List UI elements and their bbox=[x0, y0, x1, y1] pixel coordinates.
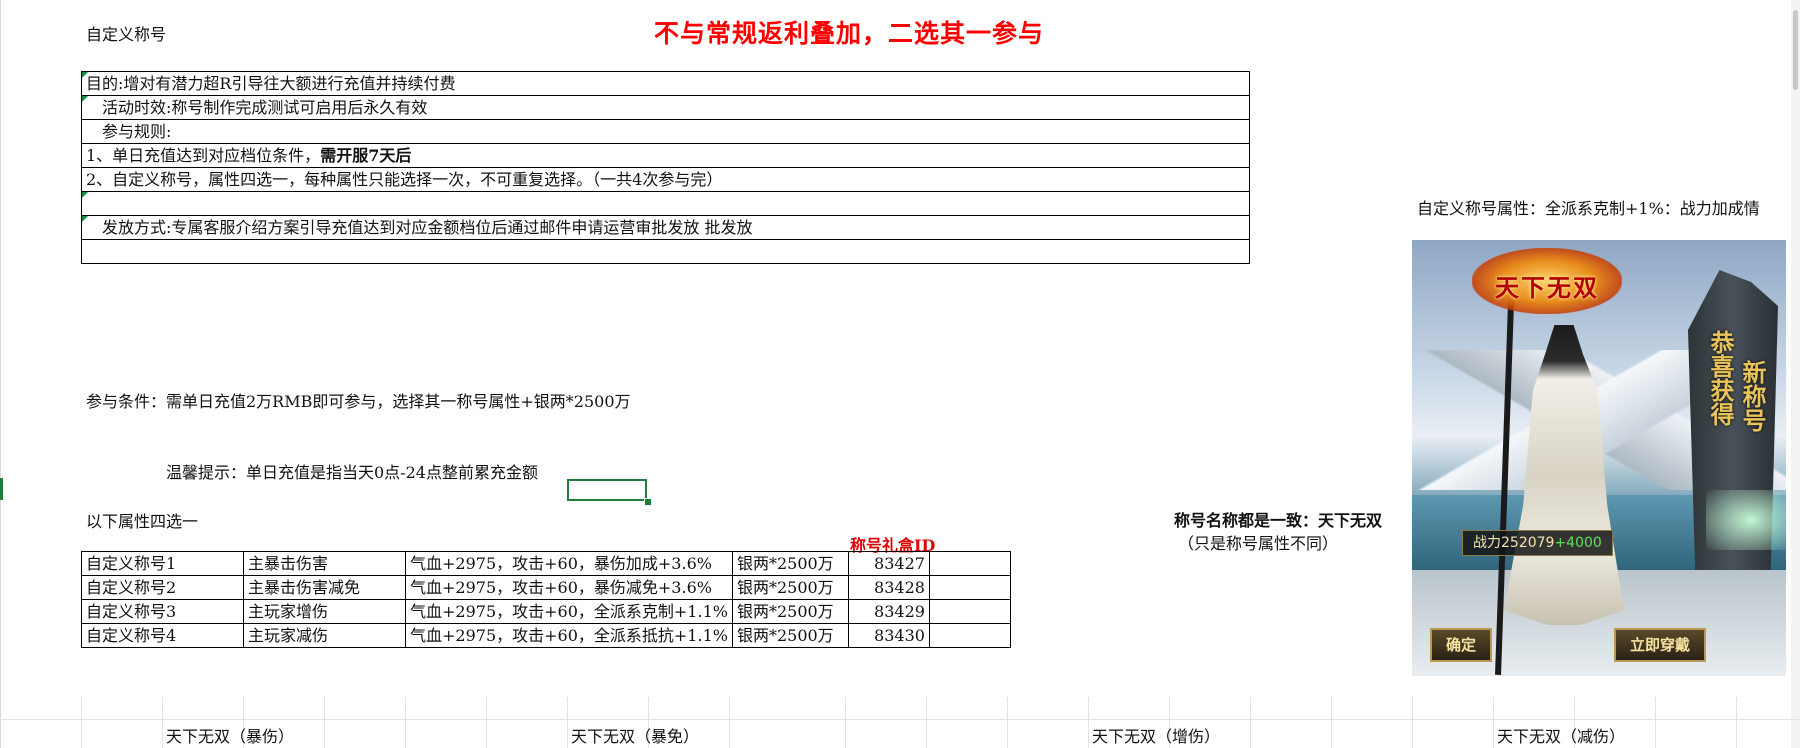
title-type-cell[interactable]: 主玩家减伤 bbox=[243, 623, 406, 648]
rock-text-new-title: 新称号 bbox=[1738, 360, 1767, 432]
sheet-title: 自定义称号 bbox=[86, 25, 167, 44]
grid-col-line bbox=[1736, 697, 1737, 748]
title-silver-cell[interactable]: 银两*2500万 bbox=[731, 551, 849, 576]
rules-row-3[interactable]: 参与规则: bbox=[81, 119, 1250, 144]
combat-power-badge: 战力252079+4000 bbox=[1462, 530, 1613, 556]
confirm-button: 确定 bbox=[1430, 628, 1493, 662]
title-type-cell[interactable]: 主玩家增伤 bbox=[243, 599, 406, 624]
rules-text: 2、自定义称号，属性四选一，每种属性只能选择一次，不可重复选择。（一共4次参与完… bbox=[86, 169, 723, 189]
glow-effect bbox=[1706, 490, 1786, 550]
title-emblem-text: 天下无双 bbox=[1495, 273, 1599, 302]
grid-col-line bbox=[1331, 697, 1332, 748]
rules-text: 参与规则: bbox=[102, 121, 172, 141]
bottom-label-dmg-boost: 天下无双（增伤） bbox=[1092, 727, 1221, 746]
rules-row-5[interactable]: 2、自定义称号，属性四选一，每种属性只能选择一次，不可重复选择。（一共4次参与完… bbox=[81, 167, 1250, 192]
title-attr-cell[interactable]: 气血+2975，攻击+60，暴伤加成+3.6% bbox=[405, 551, 733, 576]
power-value: 252079 bbox=[1501, 535, 1555, 551]
empty-cell[interactable] bbox=[928, 623, 1011, 648]
sheet-left-edge bbox=[0, 0, 1, 748]
gift-id-cell[interactable]: 83430 bbox=[847, 623, 930, 648]
rules-text: 目的:增对有潜力超R引导往大额进行充值并持续付费 bbox=[86, 73, 456, 93]
comment-indicator bbox=[82, 216, 88, 222]
grid-col-line bbox=[1493, 697, 1494, 748]
title-attr-cell[interactable]: 气血+2975，攻击+60，全派系克制+1.1% bbox=[405, 599, 733, 624]
rules-text: 1、单日充值达到对应档位条件， bbox=[86, 145, 321, 165]
empty-cell[interactable] bbox=[928, 575, 1011, 600]
rules-row-7[interactable]: 发放方式:专属客服介绍方案引导充值达到对应金额档位后通过邮件申请运营审批发放 批… bbox=[81, 215, 1250, 240]
title-silver-cell[interactable]: 银两*2500万 bbox=[731, 599, 849, 624]
gift-id-cell[interactable]: 83428 bbox=[847, 575, 930, 600]
table-row: 自定义称号1 主暴击伤害 气血+2975，攻击+60，暴伤加成+3.6% 银两*… bbox=[81, 551, 1011, 576]
vertical-scrollbar-track[interactable] bbox=[1791, 0, 1800, 748]
rules-row-1[interactable]: 目的:增对有潜力超R引导往大额进行充值并持续付费 bbox=[81, 71, 1250, 96]
rock-text-congrats: 恭喜获得 bbox=[1706, 330, 1735, 426]
power-label: 战力 bbox=[1473, 535, 1501, 551]
grid-col-line bbox=[845, 697, 846, 748]
comment-indicator bbox=[82, 192, 88, 198]
banner-notice: 不与常规返利叠加，二选其一参与 bbox=[654, 19, 1045, 48]
row-selection-marker bbox=[0, 478, 3, 500]
bottom-label-dmg-reduce: 天下无双（减伤） bbox=[1497, 727, 1626, 746]
grid-col-line bbox=[486, 697, 487, 748]
gift-id-cell[interactable]: 83427 bbox=[847, 551, 930, 576]
title-type-cell[interactable]: 主暴击伤害减免 bbox=[243, 575, 406, 600]
title-name-cell[interactable]: 自定义称号3 bbox=[81, 599, 244, 624]
attribute-table: 自定义称号1 主暴击伤害 气血+2975，攻击+60，暴伤加成+3.6% 银两*… bbox=[81, 551, 1011, 648]
rules-row-4[interactable]: 1、单日充值达到对应档位条件，需开服7天后 bbox=[81, 143, 1250, 168]
game-screenshot-image: 恭喜获得 新称号 天下无双 战力252079+4000 确定 立即穿戴 bbox=[1412, 240, 1786, 676]
grid-col-line bbox=[567, 697, 568, 748]
table-row: 自定义称号3 主玩家增伤 气血+2975，攻击+60，全派系克制+1.1% 银两… bbox=[81, 599, 1011, 624]
title-silver-cell[interactable]: 银两*2500万 bbox=[731, 575, 849, 600]
title-type-cell[interactable]: 主暴击伤害 bbox=[243, 551, 406, 576]
choose-one-label: 以下属性四选一 bbox=[86, 512, 199, 531]
rules-row-8[interactable] bbox=[81, 239, 1250, 264]
rules-text: 发放方式:专属客服介绍方案引导充值达到对应金额档位后通过邮件申请运营审批发放 批… bbox=[102, 217, 753, 237]
vertical-scrollbar-thumb[interactable] bbox=[1793, 10, 1798, 90]
comment-indicator bbox=[82, 72, 88, 78]
title-name-note: 称号名称都是一致：天下无双 bbox=[1174, 511, 1383, 530]
title-attr-cell[interactable]: 气血+2975，攻击+60，暴伤减免+3.6% bbox=[405, 575, 733, 600]
rules-box: 目的:增对有潜力超R引导往大额进行充值并持续付费 活动时效:称号制作完成测试可启… bbox=[81, 71, 1250, 264]
title-name-cell[interactable]: 自定义称号1 bbox=[81, 551, 244, 576]
participation-condition: 参与条件：需单日充值2万RMB即可参与，选择其一称号属性+银两*2500万 bbox=[86, 392, 631, 411]
gift-id-cell[interactable]: 83429 bbox=[847, 599, 930, 624]
warm-tip: 温馨提示：单日充值是指当天0点-24点整前累充金额 bbox=[166, 463, 538, 482]
right-attr-note: 自定义称号属性：全派系克制+1%：战力加成情 bbox=[1417, 199, 1760, 218]
title-name-note-sub: （只是称号属性不同） bbox=[1178, 534, 1339, 553]
grid-col-line bbox=[1250, 697, 1251, 748]
grid-col-line bbox=[926, 697, 927, 748]
table-row: 自定义称号4 主玩家减伤 气血+2975，攻击+60，全派系抵抗+1.1% 银两… bbox=[81, 623, 1011, 648]
grid-col-line bbox=[729, 697, 730, 748]
grid-col-line bbox=[405, 697, 406, 748]
grid-col-line bbox=[324, 697, 325, 748]
rules-text: 活动时效:称号制作完成测试可启用后永久有效 bbox=[102, 97, 428, 117]
title-name-cell[interactable]: 自定义称号4 bbox=[81, 623, 244, 648]
empty-cell[interactable] bbox=[928, 551, 1011, 576]
title-silver-cell[interactable]: 银两*2500万 bbox=[731, 623, 849, 648]
empty-cell[interactable] bbox=[928, 599, 1011, 624]
comment-indicator bbox=[82, 96, 88, 102]
grid-col-line bbox=[81, 697, 82, 748]
bottom-label-crit-dmg: 天下无双（暴伤） bbox=[166, 727, 295, 746]
selected-cell[interactable] bbox=[567, 479, 647, 501]
title-name-cell[interactable]: 自定义称号2 bbox=[81, 575, 244, 600]
table-row: 自定义称号2 主暴击伤害减免 气血+2975，攻击+60，暴伤减免+3.6% 银… bbox=[81, 575, 1011, 600]
rules-row-6[interactable] bbox=[81, 191, 1250, 216]
rules-row-2[interactable]: 活动时效:称号制作完成测试可启用后永久有效 bbox=[81, 95, 1250, 120]
grid-col-line bbox=[1412, 697, 1413, 748]
wear-now-button: 立即穿戴 bbox=[1614, 628, 1707, 662]
grid-col-line bbox=[1007, 697, 1008, 748]
power-plus: +4000 bbox=[1554, 535, 1602, 551]
grid-col-line bbox=[162, 697, 163, 748]
grid-row-line bbox=[0, 719, 1800, 720]
bottom-label-crit-resist: 天下无双（暴免） bbox=[571, 727, 700, 746]
fill-handle[interactable] bbox=[644, 498, 652, 506]
title-attr-cell[interactable]: 气血+2975，攻击+60，全派系抵抗+1.1% bbox=[405, 623, 733, 648]
rules-bold-text: 需开服7天后 bbox=[320, 145, 412, 165]
grid-col-line bbox=[1655, 697, 1656, 748]
grid-col-line bbox=[1088, 697, 1089, 748]
